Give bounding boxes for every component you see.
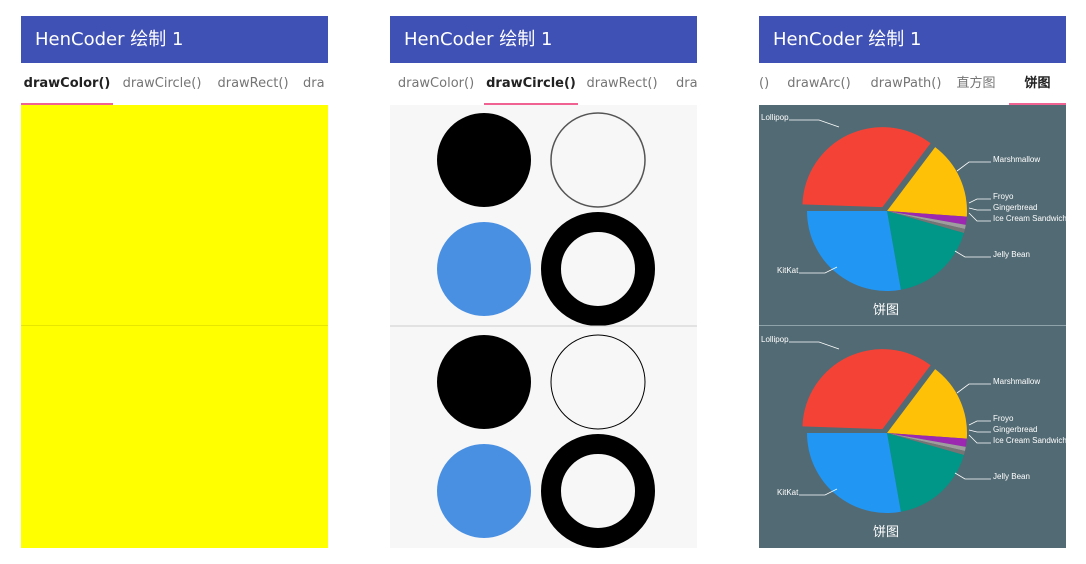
tab-draw-arc[interactable]: drawArc() — [781, 63, 857, 105]
leader-line — [789, 341, 840, 350]
pie-label-froyo: Froyo — [993, 414, 1014, 423]
tab-draw-color[interactable]: drawColor() — [390, 63, 482, 105]
leader-line — [954, 472, 991, 480]
pie-label-kitkat: KitKat — [777, 488, 799, 497]
circles-drawing — [390, 112, 697, 548]
pie-label-jelly-bean: Jelly Bean — [993, 472, 1030, 481]
pie-label-ice-cream: Ice Cream Sandwich — [993, 214, 1066, 223]
list-divider — [21, 325, 328, 326]
tab-bar: drawColor() drawCircle() drawRect() dra — [390, 63, 697, 105]
pie-label-marshmallow: Marshmallow — [993, 377, 1040, 386]
app-bar: HenCoder 绘制 1 — [390, 16, 697, 63]
pie-label-marshmallow: Marshmallow — [993, 155, 1040, 164]
tab-draw-path[interactable]: drawPath() — [863, 63, 949, 105]
pie-slice-kitkat — [807, 433, 901, 513]
tab-draw-circle[interactable]: drawCircle() — [484, 63, 578, 105]
screen-pie-chart: HenCoder 绘制 1 () drawArc() drawPath() 直方… — [759, 16, 1066, 548]
leader-line — [968, 212, 991, 222]
leader-line — [954, 250, 991, 258]
list-divider — [759, 325, 1066, 326]
stroked-circle — [550, 334, 646, 430]
yellow-canvas — [21, 105, 328, 548]
tab-partial[interactable]: dra — [676, 63, 697, 105]
tab-draw-rect[interactable]: drawRect() — [211, 63, 295, 105]
thick-ring-circle — [541, 212, 655, 326]
tab-draw-color[interactable]: drawColor() — [21, 63, 113, 105]
leader-line — [956, 161, 991, 172]
pie-label-lollipop: Lollipop — [761, 113, 789, 122]
tab-bar: () drawArc() drawPath() 直方图 饼图 — [759, 63, 1066, 105]
pie-label-froyo: Froyo — [993, 192, 1014, 201]
app-title: HenCoder 绘制 1 — [35, 29, 184, 50]
pie-drawing: Lollipop Marshmallow Froyo Gingerbread Ice C… — [761, 113, 1066, 540]
pie-slice-kitkat — [807, 211, 901, 291]
blue-filled-circle — [437, 222, 531, 316]
leader-line — [968, 429, 991, 433]
app-title: HenCoder 绘制 1 — [773, 29, 922, 50]
screen-draw-circle: HenCoder 绘制 1 drawColor() drawCircle() d… — [390, 16, 697, 548]
pie-label-ice-cream: Ice Cream Sandwich — [993, 436, 1066, 445]
tab-histogram[interactable]: 直方图 — [951, 63, 1001, 105]
black-filled-circle — [437, 335, 531, 429]
circle-canvas — [390, 105, 697, 548]
pie-label-kitkat: KitKat — [777, 266, 799, 275]
leader-line — [968, 207, 991, 211]
thick-ring-circle — [541, 434, 655, 548]
screen-draw-color: HenCoder 绘制 1 drawColor() drawCircle() d… — [21, 16, 328, 548]
tab-draw-circle[interactable]: drawCircle() — [115, 63, 209, 105]
pie-label-gingerbread: Gingerbread — [993, 203, 1037, 212]
pie-label-lollipop: Lollipop — [761, 335, 789, 344]
leader-line — [968, 198, 991, 204]
pie-canvas: Lollipop Marshmallow Froyo Gingerbread Ice C… — [759, 105, 1066, 548]
pie-label-gingerbread: Gingerbread — [993, 425, 1037, 434]
app-bar: HenCoder 绘制 1 — [759, 16, 1066, 63]
tab-bar: drawColor() drawCircle() drawRect() dra — [21, 63, 328, 105]
leader-line — [968, 420, 991, 426]
pie-title: 饼图 — [873, 525, 899, 540]
pie-label-jelly-bean: Jelly Bean — [993, 250, 1030, 259]
stroked-circle — [550, 112, 646, 208]
tab-partial[interactable]: () — [759, 63, 773, 105]
tab-draw-rect[interactable]: drawRect() — [580, 63, 664, 105]
blue-filled-circle — [437, 444, 531, 538]
pie-title: 饼图 — [873, 303, 899, 318]
tab-pie-chart[interactable]: 饼图 — [1009, 63, 1066, 105]
black-filled-circle — [437, 113, 531, 207]
tab-partial[interactable]: dra — [303, 63, 328, 105]
app-bar: HenCoder 绘制 1 — [21, 16, 328, 63]
leader-line — [968, 434, 991, 444]
leader-line — [956, 383, 991, 394]
app-title: HenCoder 绘制 1 — [404, 29, 553, 50]
leader-line — [789, 119, 840, 128]
